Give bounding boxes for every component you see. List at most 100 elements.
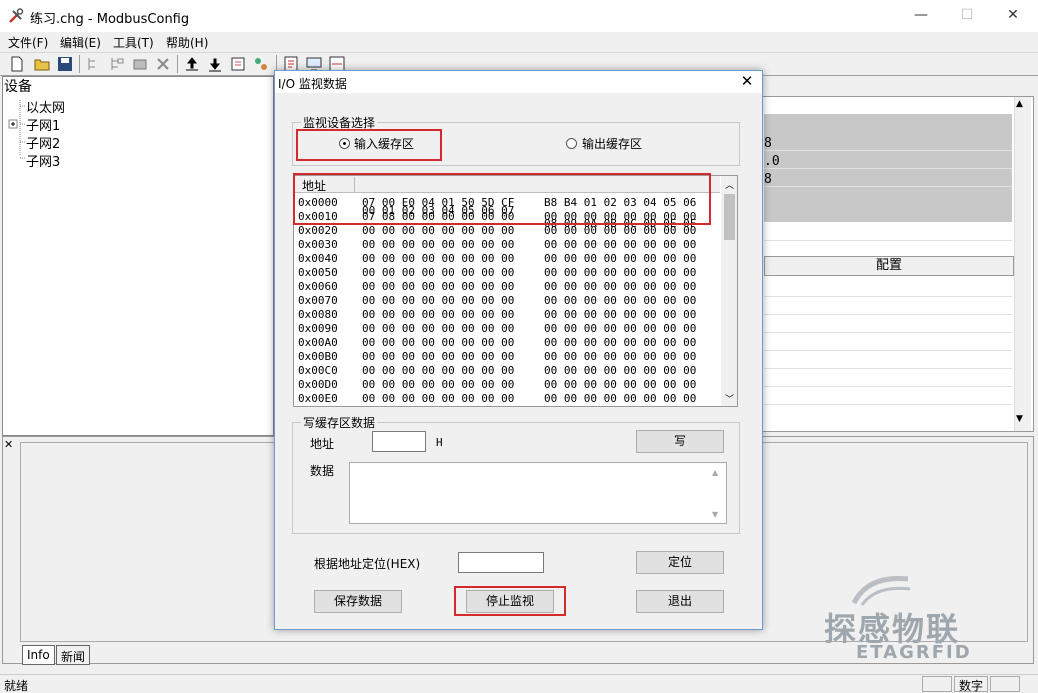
status-num: 数字 <box>954 676 989 693</box>
hex-row-address: 0x00D0 <box>298 378 338 391</box>
hex-row-bytes-low: 00 00 00 00 00 00 00 00 <box>362 294 515 307</box>
hex-row-address: 0x0060 <box>298 280 338 293</box>
scroll-down-icon[interactable]: ▼ <box>712 510 718 519</box>
hex-row-bytes-low: 00 00 00 00 00 00 00 00 <box>362 238 515 251</box>
hex-row-bytes-low: 00 00 00 00 00 00 00 00 <box>362 252 515 265</box>
hex-row[interactable]: 0x0080 00 00 00 00 00 00 00 00 00 00 00 00… <box>294 308 720 322</box>
output-buffer-label[interactable]: 输出缓存区 <box>582 135 642 152</box>
locate-button[interactable]: 定位 <box>636 551 724 574</box>
upload-icon[interactable] <box>183 55 201 73</box>
write-address-input[interactable] <box>372 431 426 452</box>
status-cell-empty <box>990 676 1020 692</box>
tree-item-subnet-1[interactable]: 子网1 <box>26 115 60 134</box>
grid-line <box>764 296 1012 297</box>
export-icon[interactable] <box>229 55 247 73</box>
hex-row[interactable]: 0x00B0 00 00 00 00 00 00 00 00 00 00 00 00… <box>294 350 720 364</box>
tree-item-subnet-2[interactable]: 子网2 <box>26 133 60 152</box>
hex-row[interactable]: 0x0040 00 00 00 00 00 00 00 00 00 00 00 00… <box>294 252 720 266</box>
new-file-icon[interactable] <box>8 55 26 73</box>
tree-item-ethernet[interactable]: 以太网 <box>26 97 65 116</box>
window-title: 练习.chg - ModbusConfig <box>30 12 190 27</box>
hex-row[interactable]: 0x0050 00 00 00 00 00 00 00 00 00 00 00 00… <box>294 266 720 280</box>
scroll-up-icon[interactable]: ▲ <box>712 468 718 477</box>
hex-row-bytes-low: 00 00 00 00 00 00 00 00 <box>362 280 515 293</box>
hex-row[interactable]: 0x0070 00 00 00 00 00 00 00 00 00 00 00 00… <box>294 294 720 308</box>
hex-row[interactable]: 0x00C0 00 00 00 00 00 00 00 00 00 00 00 00… <box>294 364 720 378</box>
hex-row-address: 0x0040 <box>298 252 338 265</box>
highlight-box <box>454 586 566 616</box>
hex-row-bytes-high: 00 00 00 00 00 00 00 00 <box>544 364 697 377</box>
scroll-down-icon[interactable]: ▼ <box>1016 414 1023 424</box>
add-child-icon[interactable] <box>108 55 126 73</box>
output-buffer-radio[interactable] <box>566 138 577 149</box>
minimize-button[interactable]: — <box>898 0 944 32</box>
menu-tools[interactable]: 工具(T) <box>113 34 154 51</box>
add-node-icon[interactable] <box>85 55 103 73</box>
exit-button[interactable]: 退出 <box>636 590 724 613</box>
tab-news[interactable]: 新闻 <box>56 645 91 665</box>
locate-label: 根据地址定位(HEX) <box>314 557 421 571</box>
locate-address-input[interactable] <box>458 552 544 573</box>
menu-file[interactable]: 文件(F) <box>8 34 48 51</box>
maximize-button[interactable]: ☐ <box>944 0 990 32</box>
toolbar-separator <box>177 55 178 73</box>
right-value-row: 8 <box>764 136 772 151</box>
menu-help[interactable]: 帮助(H) <box>166 34 208 51</box>
hex-row-address: 0x0030 <box>298 238 338 251</box>
hex-row[interactable]: 0x00E0 00 00 00 00 00 00 00 00 00 00 00 00… <box>294 392 720 406</box>
write-button[interactable]: 写 <box>636 430 724 453</box>
hex-row[interactable]: 0x0030 00 00 00 00 00 00 00 00 00 00 00 00… <box>294 238 720 252</box>
write-data-label: 数据 <box>310 464 335 478</box>
scroll-down-icon[interactable]: ﹀ <box>725 392 734 405</box>
hex-row-bytes-low: 00 00 00 00 00 00 00 00 <box>362 364 515 377</box>
grid-line <box>764 240 1012 241</box>
hex-row-address: 0x00E0 <box>298 392 338 405</box>
scroll-up-icon[interactable]: ▲ <box>1016 99 1023 109</box>
hex-row-bytes-low: 00 00 00 00 00 00 00 00 <box>362 224 515 237</box>
hex-row-address: 0x00C0 <box>298 364 338 377</box>
status-cell-empty <box>922 676 952 692</box>
hex-row-address: 0x0080 <box>298 308 338 321</box>
hex-row-bytes-low: 00 00 00 00 00 00 00 00 <box>362 322 515 335</box>
scroll-up-icon[interactable]: ︿ <box>725 178 734 191</box>
hex-row[interactable]: 0x0060 00 00 00 00 00 00 00 00 00 00 00 00… <box>294 280 720 294</box>
grid-line <box>764 186 1012 187</box>
delete-icon[interactable] <box>154 55 172 73</box>
close-button[interactable]: ✕ <box>990 0 1036 32</box>
hex-row[interactable]: 0x00D0 00 00 00 00 00 00 00 00 00 00 00 00… <box>294 378 720 392</box>
hex-scrollbar-thumb[interactable] <box>724 194 735 240</box>
input-buffer-radio[interactable] <box>339 138 350 149</box>
open-folder-icon[interactable] <box>33 55 51 73</box>
toolbar-separator <box>79 55 80 73</box>
hex-suffix: H <box>436 436 443 449</box>
hex-row-bytes-high: 00 00 00 00 00 00 00 00 <box>544 224 697 237</box>
tab-info[interactable]: Info <box>22 645 55 665</box>
hex-row-address: 0x00B0 <box>298 350 338 363</box>
hex-row-bytes-high: 00 00 00 00 00 00 00 00 <box>544 350 697 363</box>
right-scrollbar[interactable] <box>1014 97 1031 431</box>
hex-row-address: 0x0090 <box>298 322 338 335</box>
grid-line <box>764 150 1012 151</box>
config-button[interactable]: 配置 <box>764 256 1014 276</box>
hex-row-bytes-high: 00 00 00 00 00 00 00 00 <box>544 336 697 349</box>
save-data-button[interactable]: 保存数据 <box>314 590 402 613</box>
hex-row[interactable]: 0x00A0 00 00 00 00 00 00 00 00 00 00 00 00… <box>294 336 720 350</box>
dialog-close-button[interactable]: ✕ <box>736 71 758 93</box>
close-pane-icon[interactable]: ✕ <box>4 438 13 451</box>
hex-row[interactable]: 0x0020 00 00 00 00 00 00 00 00 00 00 00 00… <box>294 224 720 238</box>
write-data-textarea[interactable] <box>349 462 727 524</box>
download-icon[interactable] <box>206 55 224 73</box>
watermark-subtext: ETAGRFID <box>856 642 972 663</box>
hex-row[interactable]: 0x0090 00 00 00 00 00 00 00 00 00 00 00 00… <box>294 322 720 336</box>
status-ready: 就绪 <box>4 679 29 693</box>
save-icon[interactable] <box>56 55 74 73</box>
tree-item-subnet-3[interactable]: 子网3 <box>26 151 60 170</box>
input-buffer-label[interactable]: 输入缓存区 <box>354 135 414 152</box>
hex-rows: 0x0000 07 00 E0 04 01 50 5D CF B8 B4 01 02… <box>294 196 720 406</box>
grid-line <box>764 332 1012 333</box>
properties-icon[interactable] <box>131 55 149 73</box>
write-address-label: 地址 <box>310 437 335 451</box>
menu-edit[interactable]: 编辑(E) <box>60 34 101 51</box>
tools-icon[interactable] <box>252 55 270 73</box>
device-pane-header: 设备 <box>4 79 32 95</box>
